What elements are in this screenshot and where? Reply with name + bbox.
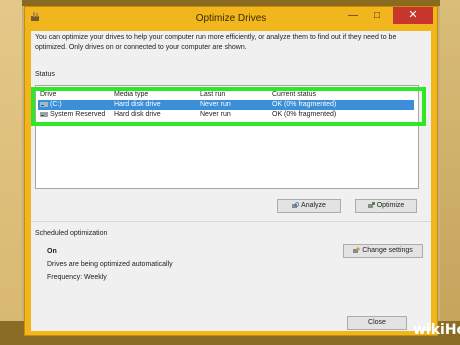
row-drive: System Reserved: [50, 111, 106, 118]
minimize-button[interactable]: —: [341, 7, 365, 24]
schedule-detail: Drives are being optimized automatically: [47, 261, 173, 268]
desktop-right: [440, 0, 460, 345]
analyze-label: Analyze: [301, 202, 326, 209]
row-current-status: OK (0% fragmented): [272, 101, 337, 108]
row-drive: (C:): [50, 101, 62, 108]
close-button[interactable]: Close: [347, 316, 407, 330]
description-text: You can optimize your drives to help you…: [35, 34, 397, 51]
column-last-run[interactable]: Last run: [200, 91, 225, 98]
optimize-drives-window: Optimize Drives — □ ✕ You can optimize y…: [24, 6, 438, 336]
watermark: wikiHow: [413, 322, 460, 338]
schedule-frequency: Frequency: Weekly: [47, 274, 107, 281]
row-media-type: Hard disk drive: [114, 111, 161, 118]
analyze-icon: [292, 201, 300, 208]
column-media-type[interactable]: Media type: [114, 91, 148, 98]
column-current-status[interactable]: Current status: [272, 91, 316, 98]
row-media-type: Hard disk drive: [114, 101, 161, 108]
status-label: Status: [35, 71, 55, 78]
optimize-icon: [367, 201, 375, 208]
drive-list[interactable]: Drive Media type Last run Current status…: [35, 85, 419, 189]
optimize-button[interactable]: Optimize: [355, 199, 417, 213]
table-row[interactable]: System Reserved Hard disk drive Never ru…: [38, 110, 414, 120]
row-last-run: Never run: [200, 101, 231, 108]
analyze-button[interactable]: Analyze: [277, 199, 341, 213]
maximize-button[interactable]: □: [365, 7, 389, 24]
list-header: Drive Media type Last run Current status: [38, 90, 414, 100]
hard-drive-icon: [40, 102, 48, 107]
change-settings-button[interactable]: Change settings: [343, 244, 423, 258]
settings-icon: [353, 247, 360, 253]
section-divider: [31, 221, 431, 222]
row-current-status: OK (0% fragmented): [272, 111, 337, 118]
table-row[interactable]: (C:) Hard disk drive Never run OK (0% fr…: [38, 100, 414, 110]
title-bar[interactable]: Optimize Drives — □ ✕: [25, 7, 437, 31]
desktop-left: [0, 0, 22, 345]
column-drive[interactable]: Drive: [40, 91, 56, 98]
optimize-label: Optimize: [376, 202, 405, 209]
close-window-button[interactable]: ✕: [393, 7, 433, 24]
schedule-state: On: [47, 248, 57, 255]
window-client: You can optimize your drives to help you…: [31, 31, 431, 331]
hard-drive-icon: [40, 112, 48, 117]
change-settings-label: Change settings: [362, 247, 413, 254]
scheduled-optimization-title: Scheduled optimization: [35, 230, 108, 237]
row-last-run: Never run: [200, 111, 231, 118]
